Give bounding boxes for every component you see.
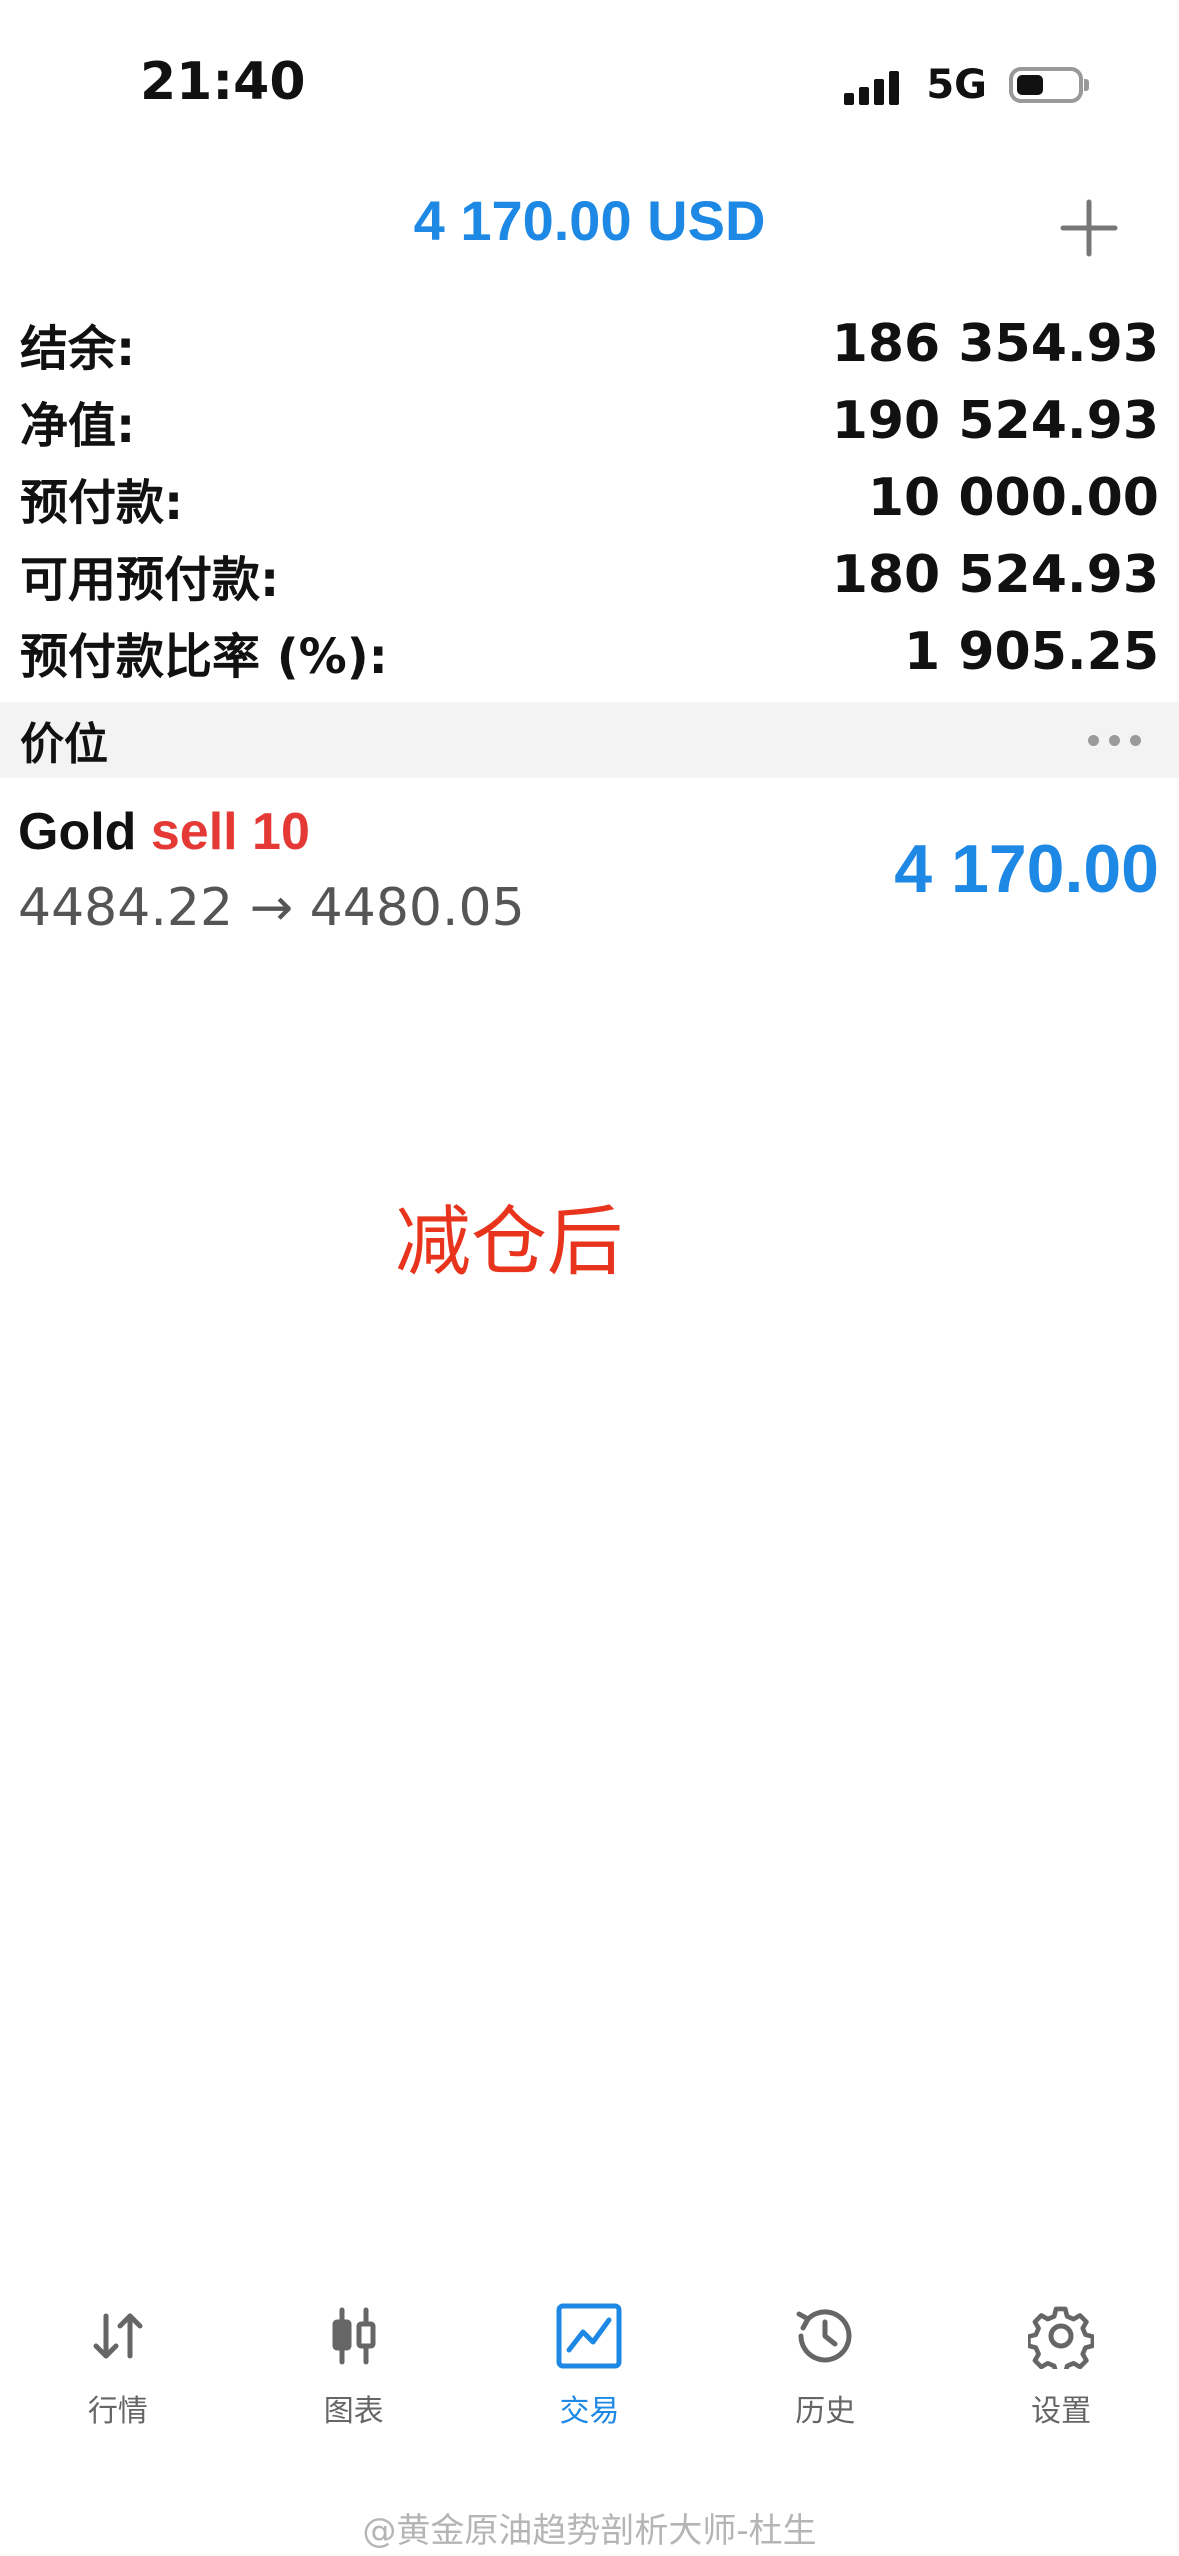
account-summary: 结余: 186 354.93 净值: 190 524.93 预付款: 10 00… — [0, 305, 1179, 690]
nav-label: 设置 — [1031, 2394, 1092, 2429]
summary-label: 预付款: — [20, 474, 184, 531]
summary-label: 可用预付款: — [20, 551, 280, 608]
summary-row-margin-level: 预付款比率 (%): 1 905.25 — [0, 613, 1179, 690]
more-options-icon[interactable] — [1088, 734, 1159, 746]
summary-value: 190 524.93 — [831, 390, 1159, 451]
summary-label: 预付款比率 (%): — [20, 628, 388, 685]
summary-label: 结余: — [20, 320, 136, 377]
cellular-signal-icon — [844, 65, 904, 105]
status-bar: 21:40 5G — [0, 0, 1179, 150]
summary-row-equity: 净值: 190 524.93 — [0, 382, 1179, 459]
position-symbol-line: Gold sell 10 — [18, 802, 310, 862]
position-row[interactable]: Gold sell 10 4484.22 → 4480.05 4 170.00 — [0, 790, 1179, 960]
nav-label: 交易 — [559, 2394, 620, 2429]
position-profit: 4 170.00 — [894, 831, 1159, 907]
nav-label: 行情 — [87, 2394, 148, 2429]
position-symbol: Gold — [18, 803, 137, 861]
nav-item-settings[interactable]: 设置 — [943, 2300, 1179, 2460]
position-prices: 4484.22 → 4480.05 — [18, 878, 525, 938]
summary-row-margin: 预付款: 10 000.00 — [0, 459, 1179, 536]
summary-value: 180 524.93 — [831, 544, 1159, 605]
summary-row-free-margin: 可用预付款: 180 524.93 — [0, 536, 1179, 613]
status-time: 21:40 — [140, 52, 306, 112]
bottom-nav: 行情 图表 交易 历史 设置 — [0, 2300, 1179, 2460]
header: 4 170.00 USD — [0, 170, 1179, 280]
status-indicators: 5G — [844, 62, 1089, 108]
trade-icon — [553, 2300, 625, 2372]
section-title: 价位 — [20, 719, 108, 770]
settings-icon — [1025, 2300, 1097, 2372]
nav-item-quotes[interactable]: 行情 — [0, 2300, 236, 2460]
summary-value: 10 000.00 — [867, 467, 1159, 528]
history-icon — [789, 2300, 861, 2372]
position-side: sell 10 — [150, 803, 310, 861]
plus-icon — [1060, 199, 1118, 257]
summary-value: 1 905.25 — [904, 621, 1159, 682]
summary-row-balance: 结余: 186 354.93 — [0, 305, 1179, 382]
nav-item-charts[interactable]: 图表 — [236, 2300, 472, 2460]
watermark: @黄金原油趋势剖析大师-杜生 — [362, 2511, 817, 2551]
nav-item-history[interactable]: 历史 — [707, 2300, 943, 2460]
nav-label: 图表 — [323, 2394, 384, 2429]
nav-item-trade[interactable]: 交易 — [472, 2300, 708, 2460]
add-order-button[interactable] — [1049, 188, 1129, 268]
trade-screen: 21:40 5G 4 170.00 USD 结余: 186 354.93 净值:… — [0, 0, 1179, 2556]
page-title: 4 170.00 USD — [413, 189, 766, 252]
annotation-text: 减仓后 — [395, 1197, 623, 1286]
summary-label: 净值: — [20, 397, 136, 454]
nav-label: 历史 — [795, 2394, 856, 2429]
positions-section-header: 价位 — [0, 702, 1179, 778]
chart-icon — [318, 2300, 390, 2372]
quotes-icon — [82, 2300, 154, 2372]
summary-value: 186 354.93 — [831, 313, 1159, 374]
network-type: 5G — [926, 62, 987, 108]
battery-icon — [1009, 67, 1089, 103]
